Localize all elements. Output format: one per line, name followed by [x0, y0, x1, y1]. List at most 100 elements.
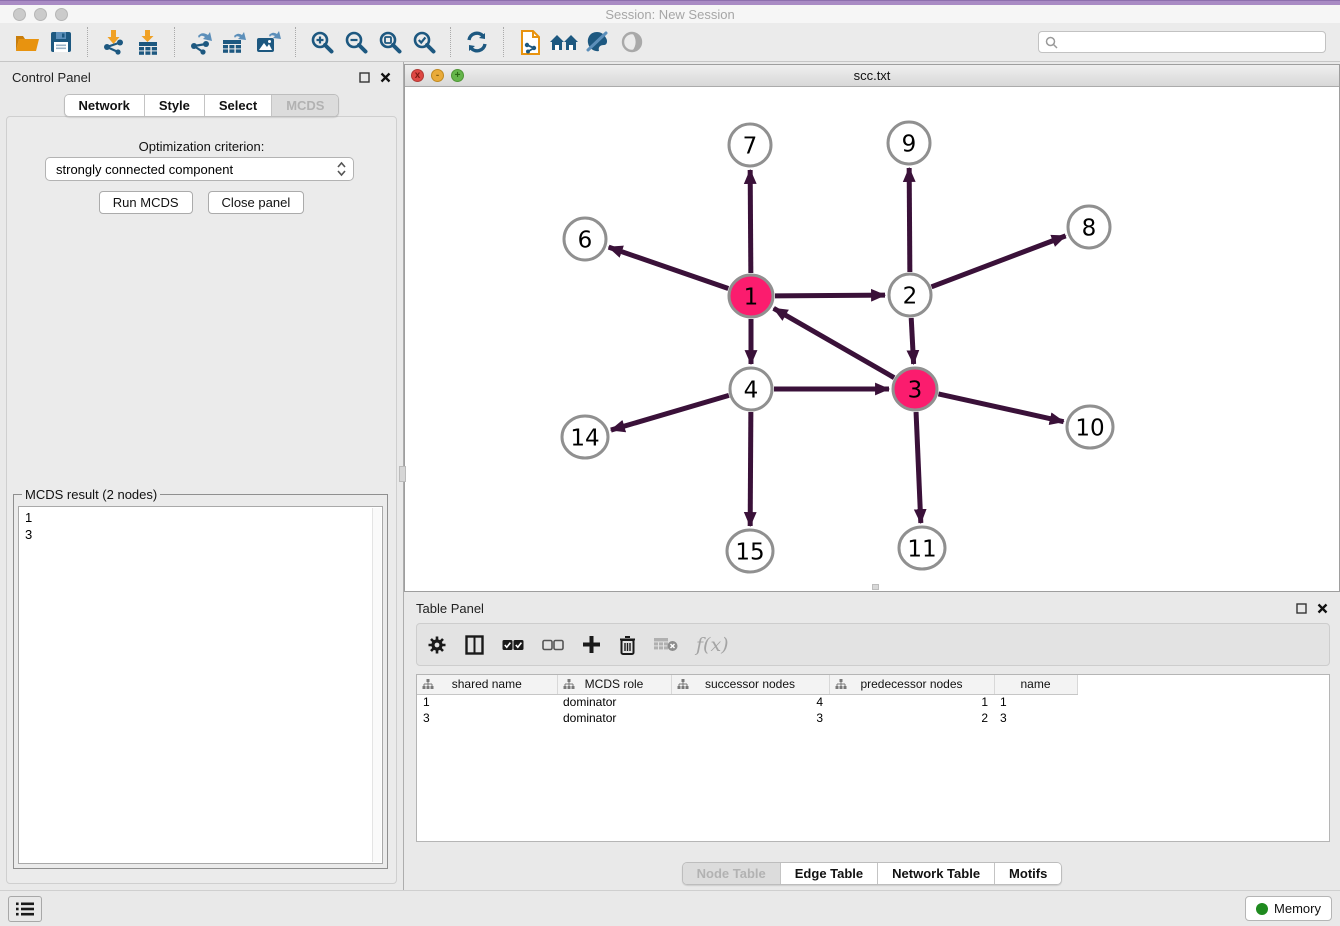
zoom-selected-button[interactable] [407, 26, 441, 58]
mcds-result-box: MCDS result (2 nodes) 1 3 [13, 487, 388, 869]
open-folder-icon [14, 30, 41, 55]
float-panel-icon[interactable] [1296, 603, 1307, 614]
column-selector-button[interactable] [465, 635, 484, 655]
hierarchy-icon [563, 679, 575, 690]
open-session-button[interactable] [10, 26, 44, 58]
tab-network[interactable]: Network [65, 95, 145, 116]
search-input[interactable] [1063, 35, 1319, 49]
tab-node-table[interactable]: Node Table [683, 863, 781, 884]
export-network-button[interactable] [184, 26, 218, 58]
export-table-icon [221, 29, 249, 55]
zoom-fit-button[interactable] [373, 26, 407, 58]
graph-node-label-3: 3 [908, 377, 923, 403]
hierarchy-icon [677, 679, 689, 690]
memory-button[interactable]: Memory [1245, 896, 1332, 921]
export-image-icon [255, 29, 283, 55]
deselect-all-button[interactable] [542, 639, 564, 651]
duplicate-network-button[interactable] [513, 26, 547, 58]
global-search-field[interactable] [1038, 31, 1326, 53]
float-panel-icon[interactable] [359, 72, 370, 83]
houses-icon [549, 30, 579, 54]
criterion-value: strongly connected component [56, 162, 336, 177]
graph-edge-1-7[interactable] [750, 170, 751, 273]
export-network-icon [188, 29, 215, 55]
mcds-result-list[interactable]: 1 3 [18, 506, 383, 864]
cell-shared-name[interactable]: 3 [417, 710, 557, 726]
cell-name[interactable]: 1 [994, 694, 1077, 710]
network-canvas[interactable]: 1234678910111415 [405, 87, 1339, 591]
result-item[interactable]: 3 [25, 526, 376, 543]
zoom-in-button[interactable] [305, 26, 339, 58]
hierarchy-icon [422, 679, 434, 690]
graph-edge-4-15[interactable] [750, 412, 751, 526]
network-window-titlebar[interactable]: x - + scc.txt [405, 65, 1339, 87]
criterion-select[interactable]: strongly connected component [45, 157, 354, 181]
tab-select[interactable]: Select [205, 95, 272, 116]
function-builder-button: f(x) [696, 634, 729, 656]
graph-edge-1-6[interactable] [609, 247, 729, 288]
tab-network-table[interactable]: Network Table [878, 863, 995, 884]
table-row[interactable]: 3 dominator 3 2 3 [417, 710, 1329, 726]
tab-edge-table[interactable]: Edge Table [781, 863, 878, 884]
canvas-resize-grip[interactable] [872, 584, 879, 590]
graph-edge-4-14[interactable] [611, 395, 729, 430]
zoom-selected-icon [412, 30, 437, 55]
graph-edge-3-11[interactable] [916, 412, 921, 523]
graph-edge-2-9[interactable] [909, 168, 910, 272]
trash-icon [619, 635, 636, 655]
save-session-button[interactable] [44, 26, 78, 58]
ndex-houses-button[interactable] [547, 26, 581, 58]
export-table-button[interactable] [218, 26, 252, 58]
graph-edge-2-8[interactable] [932, 236, 1066, 287]
cell-mcds-role[interactable]: dominator [557, 694, 671, 710]
stepper-arrows-icon [336, 161, 347, 177]
cell-shared-name[interactable]: 1 [417, 694, 557, 710]
export-image-button[interactable] [252, 26, 286, 58]
col-name[interactable]: name [994, 675, 1077, 694]
col-predecessor-nodes[interactable]: predecessor nodes [829, 675, 994, 694]
col-shared-name[interactable]: shared name [417, 675, 557, 694]
cell-predecessor-nodes[interactable]: 2 [829, 710, 994, 726]
graph-node-label-9: 9 [902, 131, 917, 157]
cell-mcds-role[interactable]: dominator [557, 710, 671, 726]
graph-edge-1-2[interactable] [775, 295, 885, 296]
tab-motifs[interactable]: Motifs [995, 863, 1061, 884]
run-mcds-button[interactable]: Run MCDS [99, 191, 193, 214]
vertical-splitter-handle[interactable] [399, 466, 406, 482]
close-panel-icon[interactable] [380, 72, 391, 83]
delete-row-button[interactable] [619, 635, 636, 655]
close-panel-icon[interactable] [1317, 603, 1328, 614]
table-toolbar: f(x) [416, 623, 1330, 666]
node-table[interactable]: shared name MCDS role [416, 674, 1330, 842]
tab-mcds[interactable]: MCDS [272, 95, 338, 116]
cell-name[interactable]: 3 [994, 710, 1077, 726]
tab-style[interactable]: Style [145, 95, 205, 116]
col-successor-nodes[interactable]: successor nodes [671, 675, 829, 694]
col-mcds-role[interactable]: MCDS role [557, 675, 671, 694]
refresh-button[interactable] [460, 26, 494, 58]
cell-successor-nodes[interactable]: 4 [671, 694, 829, 710]
zoom-in-icon [310, 30, 335, 55]
graph-edge-2-3[interactable] [911, 318, 913, 364]
select-all-button[interactable] [502, 639, 524, 651]
delete-table-button [654, 637, 678, 653]
import-network-button[interactable] [97, 26, 131, 58]
graph-edge-3-1[interactable] [774, 308, 895, 377]
visual-style-button[interactable] [581, 26, 615, 58]
add-row-button[interactable] [582, 635, 601, 654]
graph-edge-3-10[interactable] [938, 394, 1063, 422]
optimization-criterion-label: Optimization criterion: [7, 139, 396, 154]
table-row[interactable]: 1 dominator 4 1 1 [417, 694, 1329, 710]
show-hide-button[interactable] [615, 26, 649, 58]
table-settings-button[interactable] [427, 635, 447, 655]
cell-predecessor-nodes[interactable]: 1 [829, 694, 994, 710]
result-item[interactable]: 1 [25, 509, 376, 526]
task-history-button[interactable] [8, 896, 42, 922]
graph-node-label-14: 14 [570, 425, 599, 451]
graph-node-label-8: 8 [1082, 215, 1097, 241]
close-panel-button[interactable]: Close panel [208, 191, 305, 214]
zoom-out-button[interactable] [339, 26, 373, 58]
result-scrollbar[interactable] [372, 508, 381, 862]
import-table-button[interactable] [131, 26, 165, 58]
cell-successor-nodes[interactable]: 3 [671, 710, 829, 726]
